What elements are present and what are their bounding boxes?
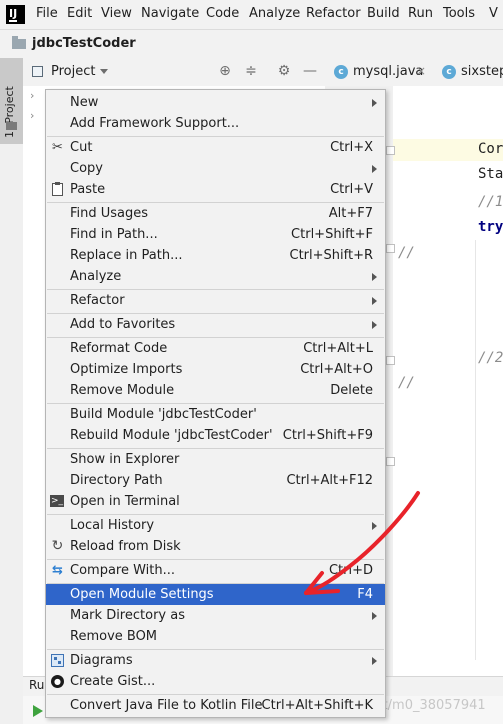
annotation-arrow-icon bbox=[304, 491, 420, 595]
